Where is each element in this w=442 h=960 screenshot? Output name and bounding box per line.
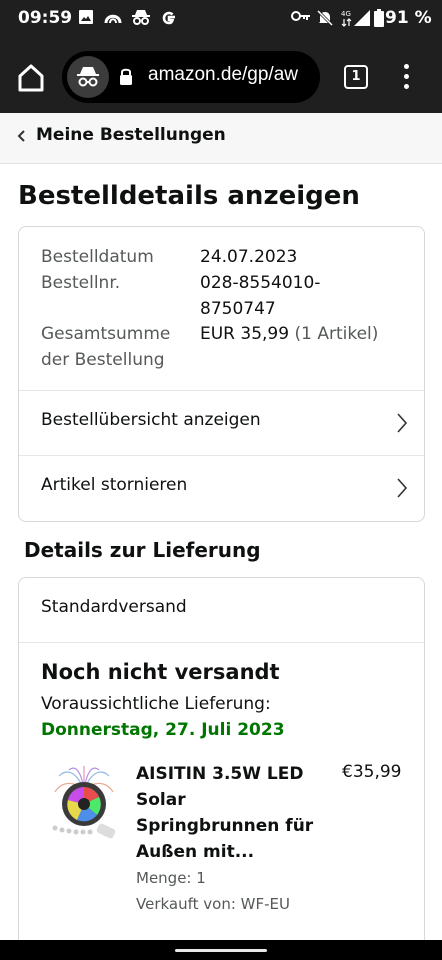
cancel-items-link[interactable]: Artikel stornieren: [19, 455, 424, 520]
order-number-value-part2: 8750747: [200, 299, 276, 319]
app-icon: [104, 14, 122, 24]
overflow-menu-icon[interactable]: [398, 64, 414, 92]
order-summary-card: Bestelldatum 24.07.2023 Bestellnr. 028-8…: [18, 226, 425, 522]
order-number-label: Bestellnr.: [41, 273, 121, 293]
home-gesture-handle[interactable]: [175, 949, 267, 952]
view-order-summary-link[interactable]: Bestellübersicht anzeigen: [19, 390, 424, 455]
battery-percent: 91 %: [385, 8, 432, 28]
divider: [19, 642, 424, 643]
chevron-right-icon: [397, 413, 408, 433]
google-icon: [162, 11, 175, 25]
home-icon[interactable]: [14, 61, 48, 95]
mute-icon: [316, 9, 334, 27]
url-text: amazon.de/gp/aw: [148, 64, 298, 85]
address-bar[interactable]: amazon.de/gp/aw: [62, 51, 320, 103]
status-time: 09:59: [18, 8, 73, 28]
delivery-section-title: Details zur Lieferung: [24, 538, 261, 562]
4g-lte-icon: 4G: [341, 10, 352, 27]
delivery-card: Standardversand Noch nicht versandt Vora…: [18, 577, 425, 957]
gallery-icon: [79, 10, 93, 24]
chevron-left-icon: [17, 130, 25, 142]
system-nav-bar: [0, 940, 442, 960]
order-total-label-line2: der Bestellung: [41, 350, 165, 370]
cancel-items-label: Artikel stornieren: [41, 475, 188, 495]
view-order-summary-label: Bestellübersicht anzeigen: [41, 410, 261, 430]
order-number-value-part1: 028-8554010-: [200, 273, 321, 293]
product-title-line: AISITIN 3.5W LED: [136, 764, 304, 784]
product-price: €35,99: [342, 762, 402, 782]
vpn-key-icon: [291, 11, 310, 21]
incognito-icon: [77, 67, 99, 87]
incognito-badge: [67, 56, 109, 98]
order-total-label-line1: Gesamtsumme: [41, 324, 171, 344]
tab-switcher-button[interactable]: 1: [344, 65, 368, 89]
expected-delivery-date: Donnerstag, 27. Juli 2023: [41, 720, 285, 740]
browser-toolbar: amazon.de/gp/aw 1: [0, 36, 442, 113]
breadcrumb[interactable]: Meine Bestellungen: [0, 113, 442, 164]
status-bar: 09:59 4G 91 %: [0, 0, 442, 36]
lock-icon: [120, 68, 132, 85]
order-date-value: 24.07.2023: [200, 247, 298, 267]
product-quantity: Menge: 1: [136, 869, 206, 887]
order-total-value: EUR 35,99: [200, 324, 290, 344]
product-title[interactable]: AISITIN 3.5W LED Solar Springbrunnen für…: [136, 761, 326, 865]
product-title-line: Springbrunnen für: [136, 816, 314, 836]
shipping-status: Noch nicht versandt: [41, 660, 280, 684]
order-item-count: (1 Artikel): [294, 324, 379, 344]
breadcrumb-link[interactable]: Meine Bestellungen: [36, 125, 226, 145]
order-date-label: Bestelldatum: [41, 247, 154, 267]
battery-icon: [374, 9, 384, 27]
shipping-method: Standardversand: [41, 597, 187, 617]
product-seller: Verkauft von: WF-EU: [136, 895, 290, 913]
product-title-line: Außen mit...: [136, 842, 255, 862]
chevron-right-icon: [397, 478, 408, 498]
order-total-value-line: EUR 35,99 (1 Artikel): [200, 321, 378, 347]
product-title-line: Solar: [136, 790, 186, 810]
product-image[interactable]: [47, 762, 121, 842]
incognito-icon: [132, 10, 150, 25]
svg-text:4G: 4G: [341, 10, 351, 18]
signal-icon: [354, 10, 370, 26]
expected-delivery-label: Voraussichtliche Lieferung:: [41, 694, 271, 714]
page-title: Bestelldetails anzeigen: [18, 181, 360, 211]
